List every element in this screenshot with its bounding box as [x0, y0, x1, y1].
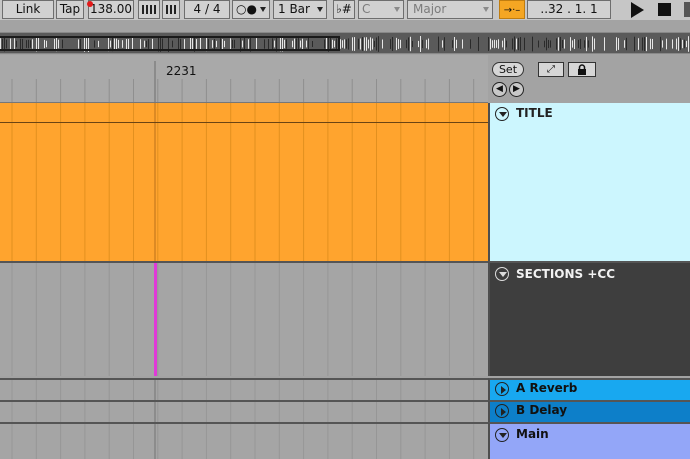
time-signature-field[interactable]: 4 / 4: [184, 0, 230, 19]
key-value: C: [362, 2, 371, 16]
track-name: A Reverb: [516, 381, 578, 395]
follow-button[interactable]: →·–: [499, 0, 525, 19]
draw-mode-icon: ⤢: [547, 64, 555, 75]
scale-value: Major: [413, 2, 447, 16]
play-icon[interactable]: [631, 2, 644, 18]
scale-mode-icon: ♭#: [336, 2, 352, 16]
next-locator-button[interactable]: ▶: [509, 82, 524, 97]
delay-grid: [11, 402, 475, 422]
arrow-right-icon: ▶: [513, 84, 520, 94]
arrow-left-icon: ◀: [496, 84, 503, 94]
fold-button[interactable]: [495, 107, 509, 121]
tempo-field[interactable]: 138.00: [88, 0, 134, 19]
track-lane-title[interactable]: [0, 103, 488, 261]
track-lane-sections[interactable]: [0, 261, 488, 376]
chevron-down-icon: [260, 7, 266, 12]
track-header-a-reverb[interactable]: A Reverb: [488, 378, 690, 400]
chevron-down-icon: [483, 7, 489, 12]
nudge-bars-icon: [142, 5, 156, 14]
track-header-main[interactable]: Main: [488, 422, 690, 459]
previous-locator-button[interactable]: ◀: [492, 82, 507, 97]
chevron-down-icon: [499, 112, 507, 117]
key-select[interactable]: C: [358, 0, 404, 19]
track-header-title[interactable]: TITLE: [488, 103, 690, 261]
tempo-indicator-dot: [87, 1, 93, 7]
nudge-down-button[interactable]: [138, 0, 160, 19]
arrangement-position-field[interactable]: ..32 . 1. 1: [527, 0, 611, 19]
overview-visible-window[interactable]: [0, 36, 340, 51]
nudge-up-button[interactable]: [162, 0, 180, 19]
lock-icon: [578, 64, 586, 75]
chevron-down-icon: [317, 7, 323, 12]
chevron-right-icon: [501, 408, 506, 416]
chevron-down-icon: [394, 7, 400, 12]
chevron-down-icon: [499, 272, 507, 277]
quantization-select[interactable]: 1 Bar: [273, 0, 327, 19]
nudge-bars-icon: [166, 5, 176, 14]
record-icon[interactable]: [684, 2, 690, 17]
track-header-b-delay[interactable]: B Delay: [488, 400, 690, 422]
title-clip[interactable]: [0, 103, 488, 261]
beat-time-ruler[interactable]: 2231: [0, 55, 488, 103]
chevron-down-icon: [499, 433, 507, 438]
control-bar: Link Tap 138.00 4 / 4 ○● 1 Bar ♭# C Majo…: [0, 0, 690, 20]
tap-tempo-button[interactable]: Tap: [56, 0, 84, 19]
lock-button[interactable]: [568, 62, 596, 77]
follow-icon: →·–: [503, 5, 521, 16]
scale-select[interactable]: Major: [407, 0, 493, 19]
track-name: TITLE: [516, 106, 553, 120]
ruler-ticks: [0, 61, 488, 103]
stop-icon[interactable]: [658, 3, 671, 16]
track-header-sections[interactable]: SECTIONS +CC: [488, 261, 690, 376]
chevron-right-icon: [501, 386, 506, 394]
track-lane-a-reverb[interactable]: [0, 378, 488, 400]
set-locator-button[interactable]: Set: [492, 62, 524, 77]
ruler-bar-number: 2231: [166, 64, 197, 78]
metronome-button[interactable]: ○●: [232, 0, 270, 19]
link-button[interactable]: Link: [2, 0, 54, 19]
arrangement-overview[interactable]: [0, 32, 690, 54]
draw-mode-button[interactable]: ⤢: [538, 62, 564, 77]
track-name: Main: [516, 427, 549, 441]
track-lane-main[interactable]: [0, 422, 488, 459]
fold-button[interactable]: [495, 267, 509, 281]
quantization-value: 1 Bar: [278, 2, 310, 16]
sections-grid: [11, 263, 475, 376]
track-name: SECTIONS +CC: [516, 267, 616, 281]
metronome-icon: ○●: [236, 2, 257, 16]
track-lane-b-delay[interactable]: [0, 400, 488, 422]
fold-button[interactable]: [495, 428, 509, 442]
main-grid: [11, 424, 475, 459]
fold-button[interactable]: [495, 404, 509, 418]
scale-mode-button[interactable]: ♭#: [333, 0, 355, 19]
reverb-grid: [11, 380, 475, 400]
track-name: B Delay: [516, 403, 568, 417]
fold-button[interactable]: [495, 382, 509, 396]
